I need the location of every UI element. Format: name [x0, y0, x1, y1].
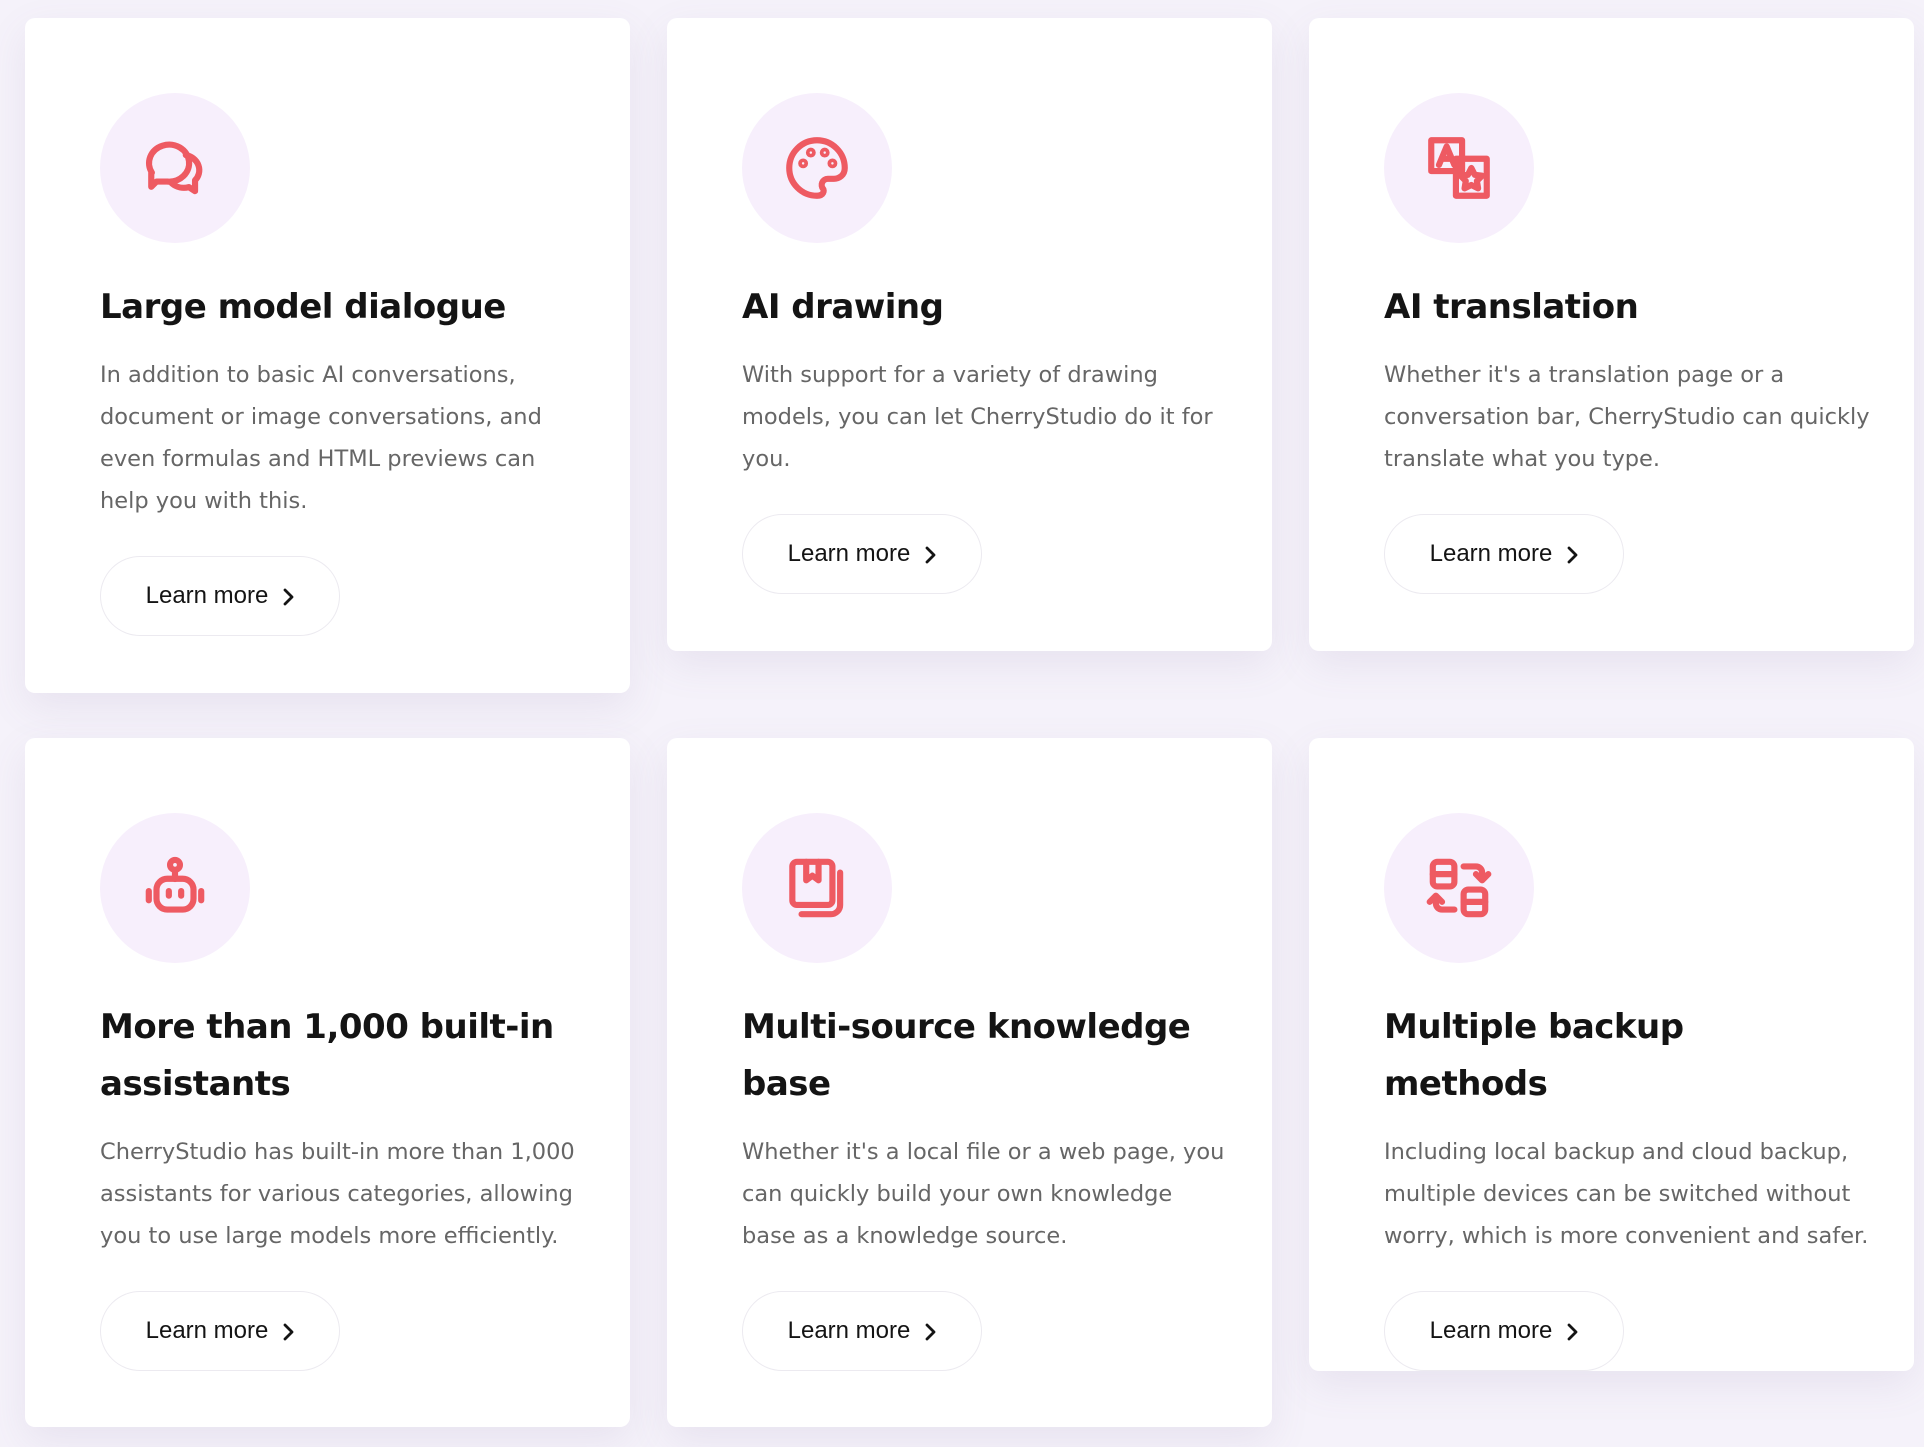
learn-more-label: Learn more — [787, 540, 911, 567]
chevron-right-icon — [282, 1321, 294, 1341]
card-description: In addition to basic AI conversations, d… — [100, 362, 542, 514]
card-title: AI translation — [1384, 287, 1639, 327]
feature-card-assistants: More than 1,000 built-in assistants Cher… — [25, 738, 630, 1427]
card-description: Including local backup and cloud backup,… — [1384, 1139, 1869, 1249]
icon-circle — [100, 93, 250, 243]
card-description: With support for a variety of drawing mo… — [742, 362, 1213, 472]
chevron-right-icon — [282, 586, 294, 606]
chevron-right-icon — [1566, 544, 1578, 564]
learn-more-button[interactable]: Learn more — [100, 556, 340, 636]
learn-more-button[interactable]: Learn more — [1384, 514, 1624, 594]
card-title: More than 1,000 built-in assistants — [100, 1007, 554, 1104]
robot-icon — [145, 856, 205, 913]
bookmark-books-icon — [789, 858, 844, 918]
learn-more-label: Learn more — [1429, 1317, 1553, 1344]
learn-more-button[interactable]: Learn more — [742, 514, 982, 594]
chevron-right-icon — [924, 544, 936, 564]
card-description: Whether it's a translation page or a con… — [1384, 362, 1870, 472]
icon-circle — [100, 813, 250, 963]
icon-circle — [742, 93, 892, 243]
card-title: Multi-source knowledge base — [742, 1007, 1191, 1104]
chat-bubbles-icon — [145, 141, 203, 195]
card-description: Whether it's a local file or a web page,… — [742, 1139, 1225, 1249]
icon-circle — [742, 813, 892, 963]
feature-grid: Large model dialogue In addition to basi… — [0, 0, 1924, 1447]
backup-sync-icon — [1426, 858, 1492, 918]
card-description: CherryStudio has built-in more than 1,00… — [100, 1139, 575, 1249]
feature-card-drawing: AI drawing With support for a variety of… — [667, 18, 1272, 651]
learn-more-label: Learn more — [787, 1317, 911, 1344]
learn-more-button[interactable]: Learn more — [1384, 1291, 1624, 1371]
translate-icon — [1428, 137, 1490, 199]
icon-circle — [1384, 813, 1534, 963]
learn-more-button[interactable]: Learn more — [100, 1291, 340, 1371]
feature-card-translation: AI translation Whether it's a translatio… — [1309, 18, 1914, 651]
card-title: AI drawing — [742, 287, 944, 327]
icon-circle — [1384, 93, 1534, 243]
learn-more-label: Learn more — [145, 1317, 269, 1344]
chevron-right-icon — [924, 1321, 936, 1341]
palette-icon — [786, 137, 848, 199]
learn-more-button[interactable]: Learn more — [742, 1291, 982, 1371]
feature-card-backup: Multiple backup methods Including local … — [1309, 738, 1914, 1371]
learn-more-label: Learn more — [1429, 540, 1553, 567]
feature-card-dialogue: Large model dialogue In addition to basi… — [25, 18, 630, 693]
chevron-right-icon — [1566, 1321, 1578, 1341]
feature-card-knowledge: Multi-source knowledge base Whether it's… — [667, 738, 1272, 1427]
card-title: Large model dialogue — [100, 287, 506, 327]
card-title: Multiple backup methods — [1384, 1007, 1684, 1104]
learn-more-label: Learn more — [145, 582, 269, 609]
